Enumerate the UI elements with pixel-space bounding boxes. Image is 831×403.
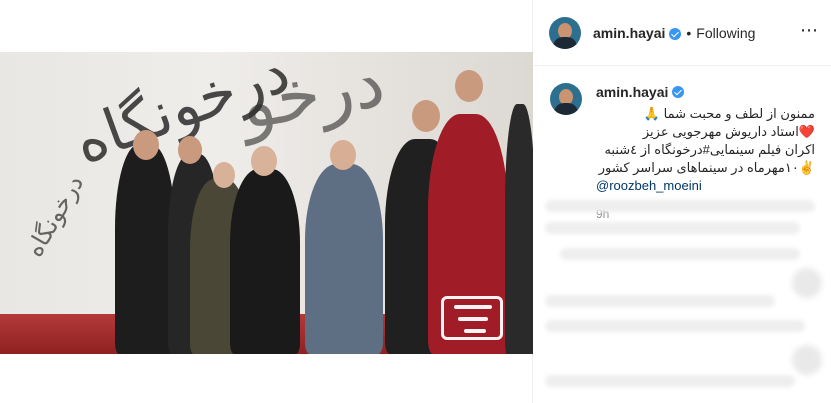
person xyxy=(305,164,383,354)
caption-text: ممنون از لطف و محبت شما 🙏 ❤️استاد داریوش… xyxy=(598,106,815,175)
blurred-comment-line xyxy=(545,295,775,307)
video-frame[interactable]: درخونگاه درخو درخونگاه xyxy=(0,52,533,354)
blurred-comment-line xyxy=(545,375,795,387)
instagram-post: درخونگاه درخو درخونگاه amin.hayai • Foll… xyxy=(0,0,831,403)
avatar[interactable] xyxy=(549,16,581,49)
avatar-body xyxy=(553,36,577,49)
person-head xyxy=(178,136,202,164)
blurred-comment-line xyxy=(545,222,800,234)
mention-link[interactable]: @roozbeh_moeini xyxy=(596,177,815,195)
person-head xyxy=(412,100,440,132)
caption-username[interactable]: amin.hayai xyxy=(596,84,668,100)
person xyxy=(230,169,300,354)
person xyxy=(505,104,533,354)
post-media[interactable]: درخونگاه درخو درخونگاه xyxy=(0,0,533,403)
blurred-avatar xyxy=(792,345,822,375)
verified-badge-icon xyxy=(669,27,682,40)
person-head xyxy=(213,162,235,188)
separator-dot: • xyxy=(686,24,692,41)
blurred-avatar xyxy=(792,268,822,298)
person xyxy=(115,144,175,354)
blurred-comment-line xyxy=(545,320,805,332)
person-head xyxy=(455,70,483,102)
film-logo-watermark xyxy=(441,296,503,340)
person-head xyxy=(251,146,277,176)
more-options-icon[interactable]: ⋯ xyxy=(800,20,819,41)
backdrop-logo: درخونگاه xyxy=(20,170,90,262)
backdrop-logo: درخو xyxy=(233,52,391,146)
post-header: amin.hayai • Following ⋯ xyxy=(534,0,831,66)
blurred-comment-line xyxy=(545,200,815,212)
following-button[interactable]: Following xyxy=(696,25,755,41)
blurred-comment-line xyxy=(560,248,800,260)
person-head xyxy=(330,140,356,170)
avatar-body xyxy=(554,103,578,115)
caption-avatar[interactable] xyxy=(550,83,582,115)
verified-badge-icon xyxy=(672,86,685,98)
header-username[interactable]: amin.hayai xyxy=(593,25,665,41)
person-head xyxy=(133,130,159,160)
